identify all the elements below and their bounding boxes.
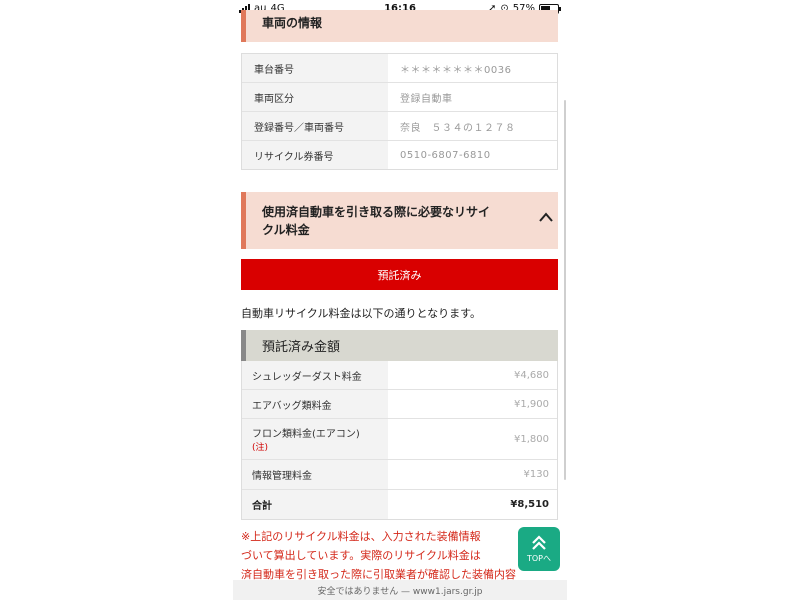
recycle-title-line1: 使用済自動車を引き取る際に必要なリサイ (262, 205, 491, 219)
fee-value: ¥4,680 (514, 369, 549, 381)
double-chevron-up-icon (532, 534, 546, 550)
fee-label-cell: フロン類料金(エアコン) (注) (242, 419, 388, 459)
vehicle-section-title: 車両の情報 (262, 16, 323, 30)
table-row: 登録番号／車両番号 奈良 ５３４の１２７８ (242, 112, 557, 141)
row-label: 車両区分 (242, 83, 388, 111)
row-value: 登録自動車 (400, 93, 453, 105)
warning-line: ※上記のリサイクル料金は、入力された装備情報 (241, 530, 481, 543)
fee-value: ¥130 (523, 469, 549, 480)
intro-text: 自動車リサイクル料金は以下の通りとなります。 (241, 307, 482, 320)
vehicle-info-table: 車台番号 ＊＊＊＊＊＊＊＊0036 車両区分 登録自動車 登録番号／車両番号 奈… (241, 53, 558, 170)
fee-label: シュレッダーダスト料金 (242, 361, 388, 389)
fee-section-header: 預託済み金額 (241, 330, 558, 361)
table-row: 車両区分 登録自動車 (242, 83, 557, 112)
url-bar[interactable]: 安全ではありません — www1.jars.gr.jp (233, 580, 567, 600)
total-value: ¥8,510 (510, 499, 549, 510)
row-value: 0510-6807-6810 (400, 149, 491, 161)
recycle-section-title: 使用済自動車を引き取る際に必要なリサイ クル料金 (262, 203, 490, 239)
table-row: リサイクル券番号 0510-6807-6810 (242, 141, 557, 169)
phone-screen: au 4G 16:16 ➚ ⊙ 57% 車両の情報 車台番号 ＊＊＊＊＊＊＊＊0… (233, 0, 567, 600)
table-row: 情報管理料金 ¥130 (242, 460, 557, 490)
table-row: 車台番号 ＊＊＊＊＊＊＊＊0036 (242, 54, 557, 83)
fee-table: シュレッダーダスト料金 ¥4,680 エアバッグ類料金 ¥1,900 フロン類料… (241, 361, 558, 520)
row-label: リサイクル券番号 (242, 141, 388, 169)
row-label: 車台番号 (242, 54, 388, 82)
total-label: 合計 (242, 490, 388, 519)
table-row: エアバッグ類料金 ¥1,900 (242, 390, 557, 419)
scrollbar[interactable] (564, 100, 566, 480)
fee-label: 情報管理料金 (242, 460, 388, 489)
total-row: 合計 ¥8,510 (242, 490, 557, 519)
fee-label: エアバッグ類料金 (242, 390, 388, 418)
fee-note-link[interactable]: (注) (252, 440, 378, 453)
table-row: フロン類料金(エアコン) (注) ¥1,800 (242, 419, 557, 460)
warning-line: づいて算出しています。実際のリサイクル料金は (241, 549, 481, 562)
row-value: 奈良 ５３４の１２７８ (400, 122, 516, 134)
vehicle-section-header: 車両の情報 (241, 10, 558, 42)
deposit-status-button[interactable]: 預託済み (241, 259, 558, 290)
warning-text: ※上記のリサイクル料金は、入力された装備情報 づいて算出しています。実際のリサイ… (241, 527, 558, 584)
back-to-top-button[interactable]: TOPへ (518, 527, 560, 571)
fee-value: ¥1,900 (514, 398, 549, 410)
recycle-title-line2: クル料金 (262, 223, 310, 237)
row-label: 登録番号／車両番号 (242, 112, 388, 140)
chevron-up-icon[interactable] (539, 212, 553, 222)
row-value: ＊＊＊＊＊＊＊＊0036 (400, 64, 512, 76)
fee-label: フロン類料金(エアコン) (252, 429, 360, 440)
fee-value: ¥1,800 (514, 433, 549, 445)
back-to-top-label: TOPへ (526, 553, 551, 563)
table-row: シュレッダーダスト料金 ¥4,680 (242, 361, 557, 390)
recycle-section-header[interactable]: 使用済自動車を引き取る際に必要なリサイ クル料金 (241, 192, 558, 249)
